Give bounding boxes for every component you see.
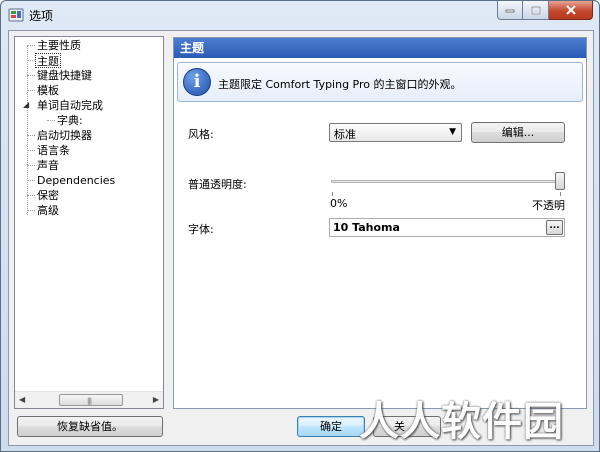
tree-connector xyxy=(47,120,55,121)
tree-item-keyboard-shortcuts[interactable]: 键盘快捷键 xyxy=(37,68,92,83)
close-icon xyxy=(565,5,576,15)
options-window: 选项 主要性质 主题 键盘快捷键 模板 ◢ 单词自动完成 字典: 启动切换器 语… xyxy=(0,0,600,452)
info-icon: i xyxy=(183,68,211,96)
tree-item-launch-switcher[interactable]: 启动切换器 xyxy=(37,128,92,143)
close-window-button[interactable] xyxy=(549,1,593,20)
style-dropdown[interactable]: 标准 ▼ xyxy=(329,123,462,142)
tree-connector xyxy=(27,135,35,136)
tree-item-advanced[interactable]: 高级 xyxy=(37,203,59,218)
tree-connector xyxy=(27,75,35,76)
grip-icon: ||| xyxy=(87,397,92,405)
maximize-button[interactable] xyxy=(523,1,549,20)
ok-button[interactable]: 确定 xyxy=(297,416,365,437)
opacity-slider-thumb[interactable] xyxy=(555,172,565,190)
tree-connector xyxy=(27,90,35,91)
tree-item-language-bar[interactable]: 语言条 xyxy=(37,143,70,158)
font-field[interactable]: 10 Tahoma ... xyxy=(329,218,565,237)
scrollbar-thumb[interactable]: ||| xyxy=(59,394,123,406)
tree-connector xyxy=(27,195,35,196)
choose-font-button[interactable]: ... xyxy=(546,220,563,235)
style-label: 风格: xyxy=(188,128,214,141)
tree-item-theme[interactable]: 主题 xyxy=(35,53,61,68)
opacity-label: 普通透明度: xyxy=(188,178,247,191)
opacity-min-label: 0% xyxy=(330,197,348,210)
opacity-slider-track[interactable] xyxy=(331,180,563,183)
theme-panel: 主题 i 主题限定 Comfort Typing Pro 的主窗口的外观。 风格… xyxy=(173,37,587,409)
window-title: 选项 xyxy=(29,9,54,23)
font-value: 10 Tahoma xyxy=(333,221,400,234)
scroll-right-icon[interactable]: ▶ xyxy=(153,395,159,404)
tree-connector xyxy=(27,45,35,46)
tree-connector xyxy=(27,165,35,166)
slider-tick xyxy=(332,192,333,196)
minimize-button[interactable] xyxy=(497,1,523,20)
tree-connector xyxy=(27,60,35,61)
maximize-icon xyxy=(530,5,541,15)
opacity-max-label: 不透明 xyxy=(532,199,565,212)
tree-item-dictionary[interactable]: 字典: xyxy=(57,113,83,128)
info-box: i 主题限定 Comfort Typing Pro 的主窗口的外观。 xyxy=(177,62,583,102)
tree-item-privacy[interactable]: 保密 xyxy=(37,188,59,203)
tree-item-templates[interactable]: 模板 xyxy=(37,83,59,98)
tree-connector xyxy=(27,45,28,215)
watermark: 人人软件园 xyxy=(359,399,564,445)
app-icon xyxy=(8,8,24,22)
minimize-icon xyxy=(505,9,515,13)
dropdown-arrow-icon: ▼ xyxy=(449,127,456,137)
title-bar[interactable]: 选项 xyxy=(1,1,599,29)
collapse-arrow-icon[interactable]: ◢ xyxy=(23,100,29,109)
tree-connector xyxy=(27,150,35,151)
info-text: 主题限定 Comfort Typing Pro 的主窗口的外观。 xyxy=(218,78,462,91)
options-tree[interactable]: 主要性质 主题 键盘快捷键 模板 ◢ 单词自动完成 字典: 启动切换器 语言条 … xyxy=(14,36,164,409)
style-dropdown-value: 标准 xyxy=(334,128,356,141)
tree-item-main-properties[interactable]: 主要性质 xyxy=(37,38,81,53)
edit-button[interactable]: 编辑... xyxy=(471,122,565,143)
tree-horizontal-scrollbar[interactable]: ◀ ||| ▶ xyxy=(15,391,163,408)
tree-item-sound[interactable]: 声音 xyxy=(37,158,59,173)
scroll-left-icon[interactable]: ◀ xyxy=(19,395,25,404)
panel-title: 主题 xyxy=(174,38,586,58)
tree-connector xyxy=(27,210,35,211)
tree-connector xyxy=(27,180,35,181)
dialog-client-area: 主要性质 主题 键盘快捷键 模板 ◢ 单词自动完成 字典: 启动切换器 语言条 … xyxy=(8,30,594,446)
slider-tick xyxy=(560,192,561,196)
tree-item-dependencies[interactable]: Dependencies xyxy=(37,173,115,188)
font-label: 字体: xyxy=(188,223,214,236)
tree-item-word-autocomplete[interactable]: 单词自动完成 xyxy=(37,98,103,113)
restore-defaults-button[interactable]: 恢复缺省值。 xyxy=(17,416,163,437)
